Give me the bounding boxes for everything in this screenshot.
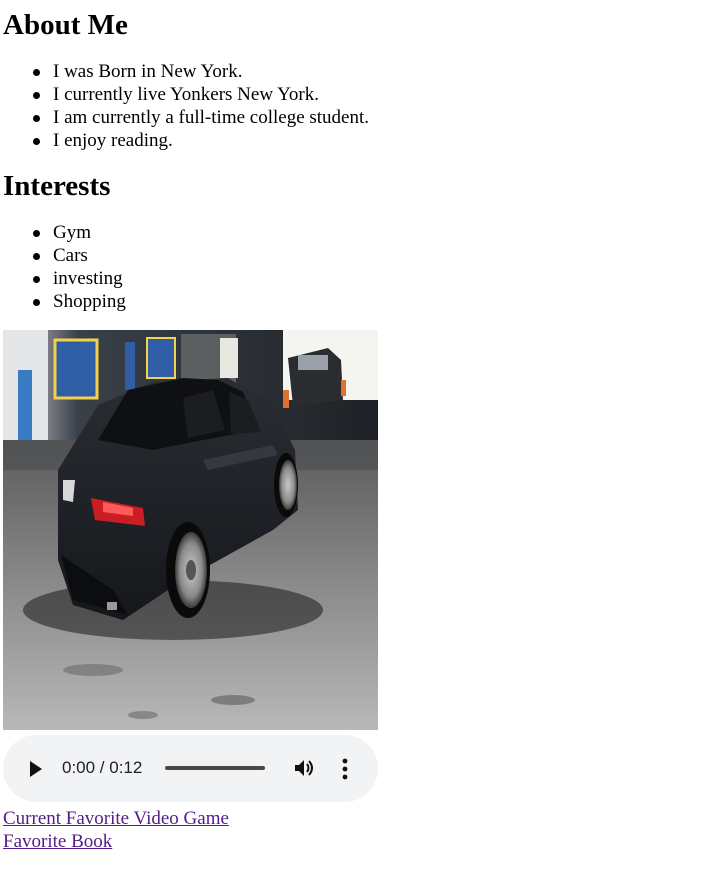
list-item: Cars [33, 244, 715, 267]
about-list: I was Born in New York. I currently live… [3, 60, 715, 152]
bullet-icon [33, 299, 40, 306]
play-icon[interactable] [30, 761, 42, 777]
volume-icon[interactable] [293, 758, 317, 778]
list-item: investing [33, 267, 715, 290]
list-item: Shopping [33, 290, 715, 313]
car-photo [3, 330, 378, 730]
list-item: Gym [33, 221, 715, 244]
favorite-video-game-link[interactable]: Current Favorite Video Game [3, 807, 715, 830]
bullet-icon [33, 230, 40, 237]
list-item: I currently live Yonkers New York. [33, 83, 715, 106]
audio-progress-slider[interactable] [165, 766, 265, 770]
list-item: I am currently a full-time college stude… [33, 106, 715, 129]
bullet-icon [33, 138, 40, 145]
bullet-icon [33, 92, 40, 99]
bullet-icon [33, 276, 40, 283]
interests-heading: Interests [3, 170, 111, 202]
more-options-icon[interactable] [335, 757, 355, 781]
links-section: Current Favorite Video Game Favorite Boo… [3, 807, 715, 853]
audio-time: 0:00 / 0:12 [62, 758, 143, 777]
list-item: I enjoy reading. [33, 129, 715, 152]
interests-list: Gym Cars investing Shopping [3, 221, 715, 313]
about-heading: About Me [3, 9, 128, 41]
bullet-icon [33, 253, 40, 260]
bullet-icon [33, 115, 40, 122]
favorite-book-link[interactable]: Favorite Book [3, 830, 715, 853]
bullet-icon [33, 69, 40, 76]
list-item: I was Born in New York. [33, 60, 715, 83]
audio-player: 0:00 / 0:12 [3, 735, 378, 802]
